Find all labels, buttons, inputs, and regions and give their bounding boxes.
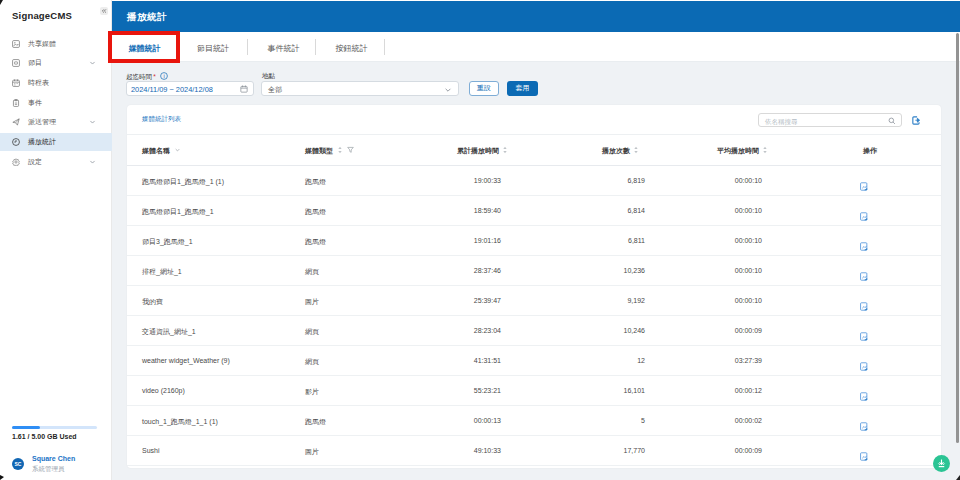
svg-text:i: i	[163, 73, 164, 79]
